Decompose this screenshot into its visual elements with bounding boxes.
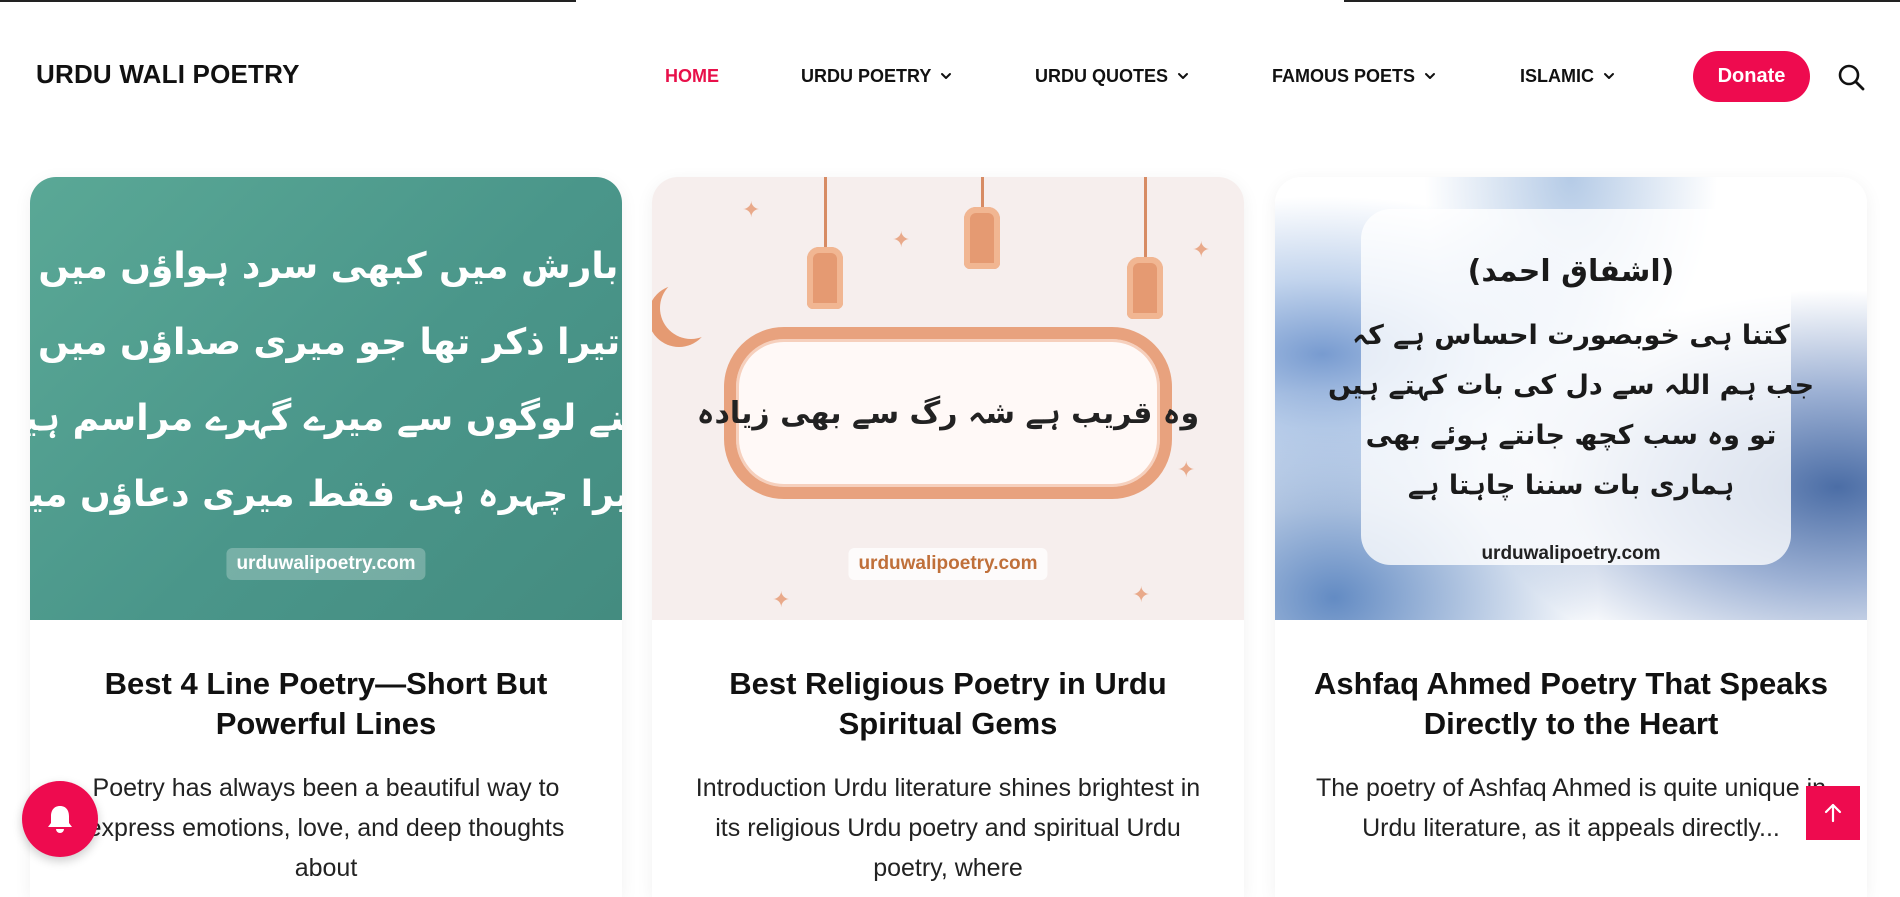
lantern-decoration (807, 177, 843, 309)
post-card[interactable]: (اشفاق احمد) کتنا ہی خوبصورت احساس ہے کہ… (1275, 177, 1867, 897)
nav-label: URDU QUOTES (1035, 65, 1169, 86)
quote-line: ہماری بات سننا چاہتا ہے (1407, 469, 1735, 501)
arrow-up-icon (1824, 803, 1842, 823)
chevron-down-icon (941, 73, 952, 79)
star-decoration: ✦ (772, 587, 791, 612)
post-excerpt: Introduction Urdu literature shines brig… (695, 774, 1201, 882)
chevron-down-icon (1425, 73, 1436, 79)
star-decoration: ✦ (742, 197, 761, 222)
quote-line: تو وہ سب کچھ جانتے ہوئے بھی (1365, 419, 1777, 451)
chevron-down-icon (1604, 73, 1614, 79)
crescent-moon-decoration (660, 277, 722, 339)
lantern-decoration (1127, 177, 1163, 319)
nav-label: HOME (665, 65, 719, 86)
post-title[interactable]: Ashfaq Ahmed Poetry That Speaks Directly… (1305, 664, 1837, 744)
lantern-decoration (964, 177, 1000, 269)
image-watermark: urduwalipoetry.com (1481, 543, 1661, 564)
post-title[interactable]: Best 4 Line Poetry—Short But Powerful Li… (60, 664, 592, 744)
post-card[interactable]: تیز بارش میں کبھی سرد ہواؤں میں رہا اک ت… (30, 177, 622, 897)
chevron-down-icon (1178, 73, 1189, 79)
nav-urdu-poetry[interactable]: URDU POETRY (801, 64, 953, 88)
post-thumbnail[interactable]: (اشفاق احمد) کتنا ہی خوبصورت احساس ہے کہ… (1275, 177, 1867, 620)
poem-line: وہ قریب ہے شہ رگ سے بھی زیادہ (696, 395, 1200, 431)
ornamental-frame: وہ قریب ہے شہ رگ سے بھی زیادہ (697, 327, 1199, 499)
nav-famous-poets[interactable]: FAMOUS POETS (1272, 64, 1437, 88)
poem-line: اک تیرا ذکر تھا جو میری صداؤں میں رہا (30, 321, 622, 363)
search-icon (1838, 64, 1865, 91)
main-nav: HOME URDU POETRY URDU QUOTES FAMOUS POET… (0, 0, 1900, 150)
star-decoration: ✦ (892, 227, 911, 252)
nav-label: URDU POETRY (801, 65, 932, 86)
post-card[interactable]: ✦ ✦ ✦ ✦ ✦ ✦ وہ قریب ہے شہ رگ سے بھی زیاد… (652, 177, 1244, 897)
nav-label: FAMOUS POETS (1272, 65, 1416, 86)
star-decoration: ✦ (1132, 582, 1151, 607)
nav-label: ISLAMIC (1520, 65, 1594, 86)
search-button[interactable] (1836, 62, 1866, 92)
bell-icon (48, 806, 72, 833)
image-watermark: urduwalipoetry.com (848, 548, 1048, 580)
post-title[interactable]: Best Religious Poetry in Urdu Spiritual … (682, 664, 1214, 744)
nav-home[interactable]: HOME (665, 64, 719, 88)
poem-line: تیز بارش میں کبھی سرد ہواؤں میں رہا (30, 245, 622, 287)
star-decoration: ✦ (1177, 457, 1196, 482)
quote-line: کتنا ہی خوبصورت احساس ہے کہ (1352, 319, 1790, 351)
nav-islamic[interactable]: ISLAMIC (1520, 64, 1616, 88)
post-excerpt: Poetry has always been a beautiful way t… (87, 774, 565, 882)
poem-line: مگر تیرا چہرہ ہی فقط میری دعاؤں میں رہا (30, 473, 622, 515)
post-excerpt: The poetry of Ashfaq Ahmed is quite uniq… (1315, 774, 1827, 842)
star-decoration: ✦ (1192, 237, 1211, 262)
donate-button[interactable]: Donate (1693, 51, 1810, 102)
notification-bell-button[interactable] (22, 781, 98, 857)
scroll-to-top-button[interactable] (1806, 786, 1860, 840)
post-thumbnail[interactable]: ✦ ✦ ✦ ✦ ✦ ✦ وہ قریب ہے شہ رگ سے بھی زیاد… (652, 177, 1244, 620)
quote-author: (اشفاق احمد) (1467, 253, 1675, 289)
quote-line: جب ہم اللہ سے دل کی بات کہتے ہیں (1327, 369, 1815, 401)
poem-line: کتنے لوگوں سے میرے گہرے مراسم ہیں (30, 397, 622, 439)
site-header: URDU WALI POETRY HOME URDU POETRY URDU Q… (0, 0, 1900, 150)
urdu-quote: (اشفاق احمد) کتنا ہی خوبصورت احساس ہے کہ… (1328, 247, 1814, 511)
nav-urdu-quotes[interactable]: URDU QUOTES (1035, 64, 1190, 88)
image-watermark: urduwalipoetry.com (226, 548, 426, 580)
urdu-poem: تیز بارش میں کبھی سرد ہواؤں میں رہا اک ت… (30, 229, 622, 533)
post-thumbnail[interactable]: تیز بارش میں کبھی سرد ہواؤں میں رہا اک ت… (30, 177, 622, 620)
